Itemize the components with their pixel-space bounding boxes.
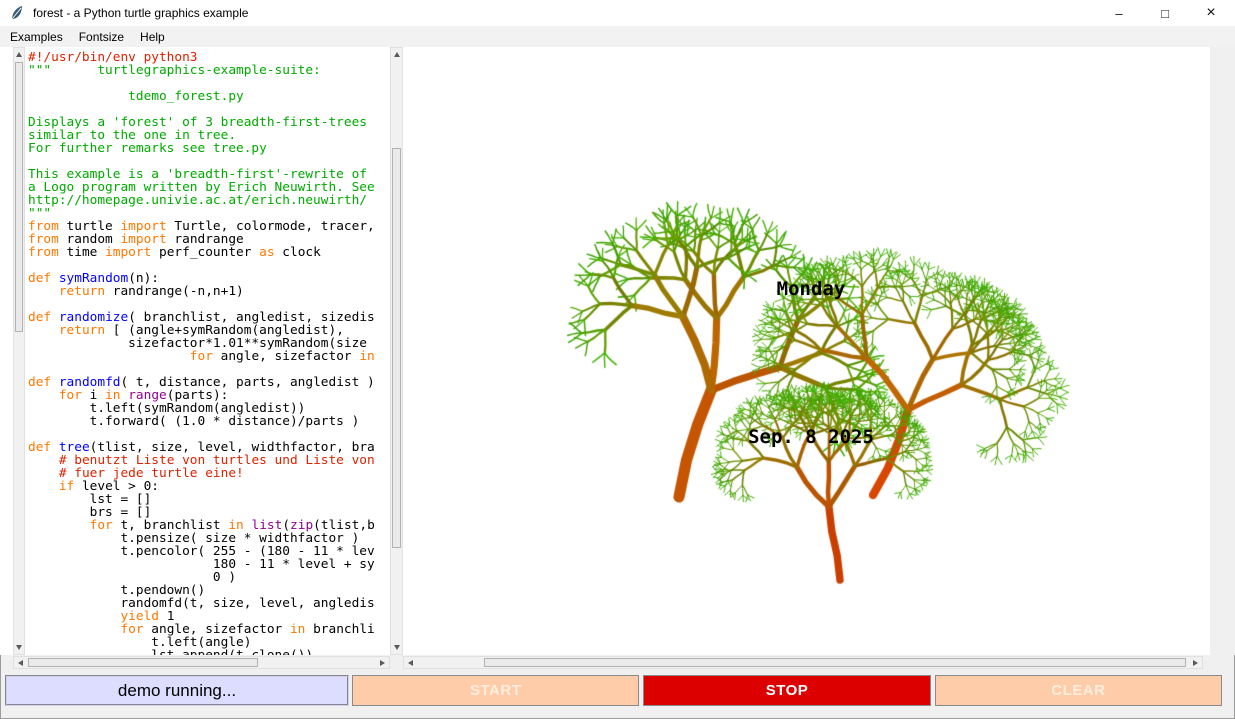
code-line: t.forward( (1.0 * distance)/parts ): [28, 415, 390, 428]
app-icon: [9, 5, 25, 21]
canvas-text: Sep. 8 2025: [748, 426, 874, 448]
canvas-vscrollbar-thumb[interactable]: [392, 148, 401, 548]
turtle-canvas: Monday Sep. 8 2025: [403, 47, 1210, 655]
canvas-hscrollbar[interactable]: [403, 656, 1203, 669]
start-button[interactable]: START: [352, 675, 639, 706]
menu-examples[interactable]: Examples: [0, 26, 71, 47]
menubar: ExamplesFontsizeHelp: [0, 26, 1235, 47]
clear-button[interactable]: CLEAR: [935, 675, 1222, 706]
menu-fontsize[interactable]: Fontsize: [71, 26, 132, 47]
stop-button[interactable]: STOP: [643, 675, 930, 706]
code-line: """ turtlegraphics-example-suite:: [28, 64, 390, 77]
code-line: lst.append(t.clone()): [28, 649, 390, 655]
code-hscrollbar[interactable]: [13, 656, 390, 669]
code-editor[interactable]: #!/usr/bin/env python3""" turtlegraphics…: [25, 47, 390, 655]
window-controls: – □ ×: [1096, 0, 1234, 26]
code-line: return randrange(-n,n+1): [28, 285, 390, 298]
code-vscrollbar-thumb[interactable]: [15, 62, 23, 332]
code-line: from time import perf_counter as clock: [28, 246, 390, 259]
canvas-pane-margin: [1210, 47, 1235, 655]
app-window: forest - a Python turtle graphics exampl…: [0, 0, 1235, 719]
turtle-drawing: [403, 47, 1210, 655]
code-vscrollbar[interactable]: [13, 47, 25, 655]
canvas-vscrollbar[interactable]: [390, 47, 403, 655]
window-title: forest - a Python turtle graphics exampl…: [33, 6, 248, 20]
scroll-right-icon[interactable]: [376, 657, 389, 668]
canvas-hscrollbar-thumb[interactable]: [484, 658, 1186, 667]
code-line: For further remarks see tree.py: [28, 142, 390, 155]
scroll-down-icon[interactable]: [391, 641, 402, 654]
titlebar: forest - a Python turtle graphics exampl…: [0, 0, 1235, 26]
code-pane-margin: [0, 47, 13, 655]
minimize-button[interactable]: –: [1096, 0, 1142, 26]
canvas-text: Monday: [777, 278, 846, 300]
code-line: tdemo_forest.py: [28, 90, 390, 103]
code-hscrollbar-thumb[interactable]: [28, 658, 258, 667]
scroll-up-icon[interactable]: [391, 48, 402, 61]
scroll-up-icon[interactable]: [14, 48, 24, 61]
scroll-down-icon[interactable]: [14, 641, 24, 654]
code-line: http://homepage.univie.ac.at/erich.neuwi…: [28, 194, 390, 207]
menu-help[interactable]: Help: [132, 26, 173, 47]
status-label: demo running...: [5, 675, 349, 706]
scroll-right-icon[interactable]: [1189, 657, 1202, 668]
scroll-left-icon[interactable]: [404, 657, 417, 668]
code-line: for angle, sizefactor in: [28, 350, 390, 363]
scroll-left-icon[interactable]: [14, 657, 27, 668]
maximize-button[interactable]: □: [1142, 0, 1188, 26]
close-button[interactable]: ×: [1188, 0, 1234, 26]
demo-buttons: STARTSTOPCLEAR: [352, 675, 1222, 706]
